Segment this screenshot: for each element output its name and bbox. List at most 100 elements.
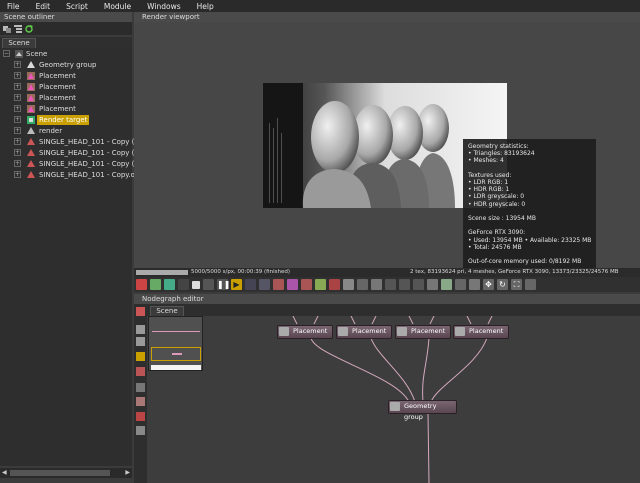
stats-line: • LDR RGB: 1 [468, 179, 509, 187]
layout-icon[interactable] [136, 337, 145, 346]
tree-item[interactable]: + Placement [0, 82, 132, 92]
collapse-all-icon[interactable] [3, 25, 11, 33]
restart-icon[interactable] [203, 279, 214, 290]
film-region-icon[interactable] [301, 279, 312, 290]
stats-line: • Triangles: 83193624 [468, 150, 535, 158]
decal-icon[interactable] [399, 279, 410, 290]
placement-node[interactable]: Placement [336, 325, 392, 339]
expand-toggle[interactable]: + [14, 160, 21, 167]
gizmo-icon[interactable] [413, 279, 424, 290]
tree-item[interactable]: + render [0, 126, 132, 136]
nodegraph-canvas[interactable]: Placement Placement Placement Placement … [147, 316, 640, 483]
menu-help[interactable]: Help [190, 2, 223, 11]
expand-all-icon[interactable] [14, 24, 22, 33]
rotate-icon[interactable]: ↻ [497, 279, 508, 290]
lock-icon[interactable] [245, 279, 256, 290]
tree-item[interactable]: + Placement [0, 71, 132, 81]
menu-module[interactable]: Module [97, 2, 140, 11]
export-image-icon[interactable] [441, 279, 452, 290]
mesh-icon [27, 138, 35, 146]
tree-item[interactable]: + SINGLE_HEAD_101 - Copy (3).obj [0, 148, 155, 158]
scroll-right-icon[interactable]: ▶ [125, 469, 130, 476]
play-icon[interactable]: ▶ [231, 279, 242, 290]
clay-mode-icon[interactable] [371, 279, 382, 290]
expand-toggle[interactable]: + [14, 149, 21, 156]
node-add-icon[interactable] [136, 307, 145, 316]
tree-item[interactable]: + Geometry group [0, 60, 132, 70]
expand-toggle[interactable]: + [14, 83, 21, 90]
cube-icon[interactable] [469, 279, 480, 290]
geometry-group-node[interactable]: Geometry group [388, 400, 457, 421]
tree-item[interactable]: + SINGLE_HEAD_101 - Copy (2).obj [0, 137, 155, 147]
tree-item[interactable]: + Placement [0, 104, 132, 114]
stats-line: Textures used: [468, 171, 512, 179]
stats-line: • Meshes: 4 [468, 157, 504, 165]
tree-root-label: Scene [26, 50, 48, 58]
picker-icon[interactable] [273, 279, 284, 290]
tree-item[interactable]: + Render target [0, 115, 132, 125]
expand-toggle[interactable]: + [14, 116, 21, 123]
settings-node-icon[interactable] [136, 426, 145, 435]
focus-icon[interactable] [287, 279, 298, 290]
outliner-scrollbar[interactable]: ◀ ▶ [0, 468, 132, 478]
placement-node-icon [279, 327, 289, 336]
region-icon[interactable] [259, 279, 270, 290]
material-picker-icon[interactable] [315, 279, 326, 290]
menu-edit[interactable]: Edit [29, 2, 60, 11]
scrollbar-thumb[interactable] [10, 470, 110, 476]
camera-target-icon[interactable] [357, 279, 368, 290]
minimap-scroll[interactable] [151, 365, 201, 370]
expand-toggle[interactable]: + [14, 61, 21, 68]
object-picker-icon[interactable] [329, 279, 340, 290]
fit-icon[interactable]: ⛶ [511, 279, 522, 290]
expand-toggle[interactable]: + [14, 94, 21, 101]
expand-toggle[interactable]: + [14, 127, 21, 134]
pause-icon[interactable]: ❚❚ [217, 279, 230, 290]
camera-icon[interactable] [164, 279, 175, 290]
stop-icon[interactable] [192, 280, 200, 289]
grid-icon[interactable] [136, 325, 145, 334]
viewport-lock-icon[interactable] [427, 279, 438, 290]
placement-node-label: Placement [411, 327, 446, 335]
spacer [178, 279, 189, 290]
color-channel-icon[interactable] [150, 279, 161, 290]
expand-toggle[interactable]: + [14, 138, 21, 145]
refresh-icon[interactable] [25, 24, 33, 33]
expand-toggle[interactable]: + [14, 105, 21, 112]
world-axis-icon[interactable] [525, 279, 536, 290]
menu-file[interactable]: File [0, 2, 29, 11]
placement-node-label: Placement [469, 327, 504, 335]
tab-scene[interactable]: Scene [2, 38, 36, 48]
geometry-node-icon[interactable] [136, 367, 145, 376]
mesh-icon [27, 149, 35, 157]
mesh-icon [27, 160, 35, 168]
subsample-icon[interactable] [385, 279, 396, 290]
material-node-icon[interactable] [136, 397, 145, 406]
tree-item[interactable]: + SINGLE_HEAD_101 - Copy.obj [0, 170, 141, 180]
menu-windows[interactable]: Windows [140, 2, 189, 11]
minimap-toggle-icon[interactable] [136, 352, 145, 361]
scroll-left-icon[interactable]: ◀ [2, 469, 7, 476]
render-progress-text: 5000/5000 s/px, 00:00:39 (finished) [191, 269, 291, 275]
nodegraph-minimap[interactable] [148, 316, 203, 371]
expand-toggle[interactable]: + [14, 72, 21, 79]
expand-toggle[interactable]: + [14, 171, 21, 178]
tree-item[interactable]: + SINGLE_HEAD_101 - Copy (4).obj [0, 159, 155, 169]
minimap-view-rect[interactable] [151, 347, 201, 361]
menu-script[interactable]: Script [59, 2, 97, 11]
tonemap-icon[interactable] [455, 279, 466, 290]
placement-node[interactable]: Placement [277, 325, 333, 339]
stats-line: GeForce RTX 3090: [468, 229, 526, 237]
texture-node-icon[interactable] [136, 412, 145, 421]
placement-node[interactable]: Placement [395, 325, 451, 339]
render-settings-icon[interactable] [136, 279, 147, 290]
placement-node[interactable]: Placement [453, 325, 509, 339]
move-icon[interactable]: ✥ [483, 279, 494, 290]
stats-spacer [468, 222, 591, 229]
tab-nodegraph-scene[interactable]: Scene [150, 306, 184, 316]
link-icon[interactable] [136, 383, 145, 392]
collapse-toggle[interactable]: − [3, 50, 10, 57]
tree-root[interactable]: − Scene [0, 49, 132, 59]
zoom-icon[interactable] [343, 279, 354, 290]
tree-item[interactable]: + Placement [0, 93, 132, 103]
